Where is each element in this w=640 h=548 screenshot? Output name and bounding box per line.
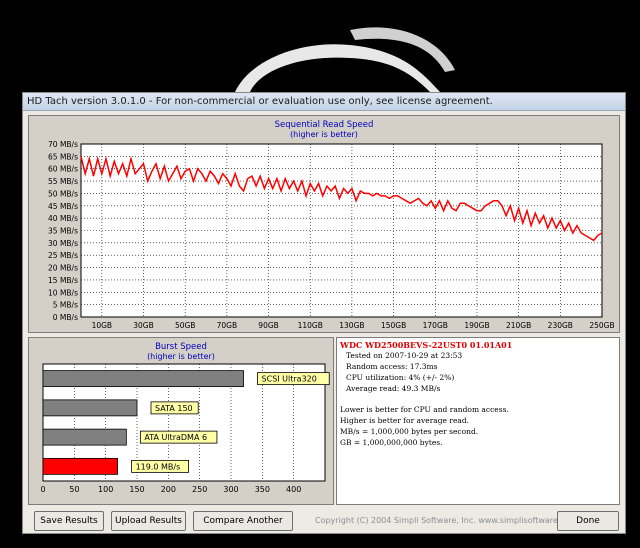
upload-results-button[interactable]: Upload Results [111,511,186,531]
burst-x-tick-label: 0 [40,485,45,494]
burst-bar-label: SCSI Ultra320 [262,375,317,384]
burst-x-tick-label: 250 [192,485,207,494]
read-chart-subtitle: (higher is better) [290,130,358,139]
burst-x-tick-label: 50 [69,485,79,494]
read-x-tick-label: 130GB [339,321,364,330]
note-line: MB/s = 1,000,000 bytes per second. [340,427,479,436]
read-y-tick-label: 5 MB/s [53,301,78,310]
read-x-tick-label: 110GB [298,321,323,330]
burst-x-tick-label: 200 [161,485,176,494]
read-y-tick-label: 55 MB/s [48,177,78,186]
read-x-tick-label: 190GB [464,321,489,330]
read-x-tick-label: 10GB [92,321,113,330]
drive-info-panel: WDC WD2500BEVS-22UST0 01.01A01 Tested on… [336,337,620,505]
window-title: HD Tach version 3.0.1.0 - For non-commer… [23,93,625,111]
read-x-tick-label: 250GB [589,321,614,330]
read-x-tick-label: 230GB [548,321,573,330]
burst-x-tick-label: 100 [98,485,113,494]
read-x-tick-label: 150GB [381,321,406,330]
read-chart-title: Sequential Read Speed [275,120,374,130]
note-line: Lower is better for CPU and random acces… [340,405,509,414]
sequential-read-chart: Sequential Read Speed (higher is better)… [48,120,615,330]
average-read: Average read: 49.3 MB/s [346,384,441,393]
sequential-read-panel: Sequential Read Speed (higher is better)… [28,115,620,333]
random-access: Random access: 17.3ms [346,362,438,371]
read-x-tick-label: 170GB [423,321,448,330]
read-y-tick-label: 65 MB/s [48,152,78,161]
hdtach-window: HD Tach version 3.0.1.0 - For non-commer… [22,92,626,544]
read-y-tick-label: 45 MB/s [48,202,78,211]
read-y-tick-label: 35 MB/s [48,227,78,236]
read-x-tick-label: 30GB [133,321,154,330]
read-y-tick-label: 70 MB/s [48,140,78,149]
read-y-tick-label: 30 MB/s [48,239,78,248]
burst-bar [42,399,138,417]
burst-bar [42,428,127,446]
burst-bar [42,370,244,388]
burst-x-tick-label: 150 [129,485,144,494]
tested-date: Tested on 2007-10-29 at 23:53 [346,351,463,360]
read-y-tick-label: 60 MB/s [48,165,78,174]
save-results-button[interactable]: Save Results [34,511,104,531]
read-y-tick-label: 0 MB/s [53,313,78,322]
burst-bar [42,457,118,475]
read-y-tick-label: 10 MB/s [48,288,78,297]
read-y-tick-label: 20 MB/s [48,264,78,273]
read-y-tick-label: 40 MB/s [48,214,78,223]
drive-model: WDC WD2500BEVS-22UST0 01.01A01 [340,340,513,350]
read-x-tick-label: 210GB [506,321,531,330]
copyright-text: Copyright (C) 2004 Simpli Software, Inc.… [315,516,578,525]
read-y-tick-label: 50 MB/s [48,189,78,198]
read-y-tick-label: 25 MB/s [48,251,78,260]
note-line: GB = 1,000,000,000 bytes. [340,438,443,447]
done-button[interactable]: Done [557,511,619,531]
burst-x-tick-label: 400 [286,485,301,494]
burst-bar-label: 119.0 MB/s [136,462,181,471]
read-x-tick-label: 70GB [217,321,238,330]
cpu-utilization: CPU utilization: 4% (+/- 2%) [346,373,455,382]
burst-chart-subtitle: (higher is better) [147,352,215,361]
read-x-tick-label: 90GB [258,321,279,330]
read-x-tick-label: 50GB [175,321,196,330]
burst-x-tick-label: 350 [255,485,270,494]
compare-drive-button[interactable]: Compare Another Drive [193,511,293,544]
burst-chart-title: Burst Speed [155,342,207,352]
burst-bar-label: SATA 150 [155,404,193,413]
read-y-tick-label: 15 MB/s [48,276,78,285]
burst-x-tick-label: 300 [223,485,238,494]
burst-bar-label: ATA UltraDMA 6 [144,433,207,442]
burst-speed-panel: Burst Speed (higher is better) SCSI Ultr… [28,337,334,505]
background-swirl [235,27,455,92]
note-line: Higher is better for average read. [340,416,470,425]
burst-speed-chart: Burst Speed (higher is better) SCSI Ultr… [40,342,330,494]
